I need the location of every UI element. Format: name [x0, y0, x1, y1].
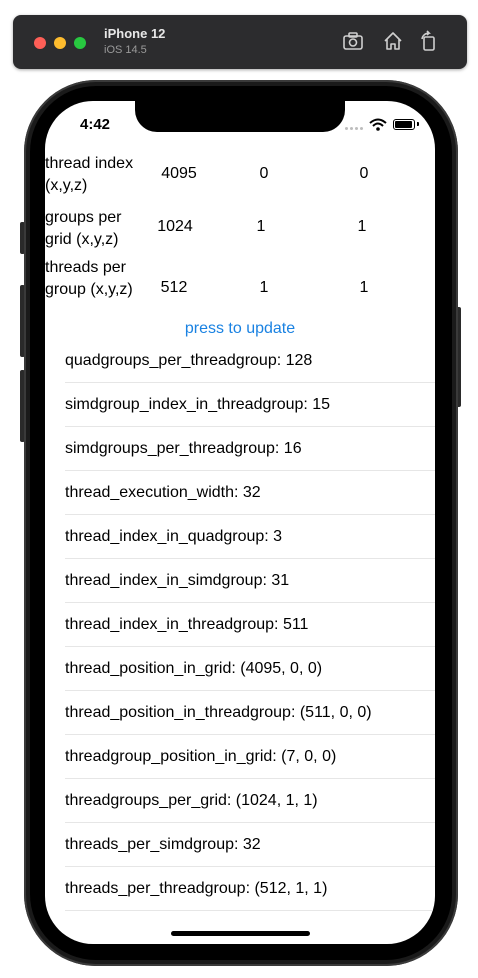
battery-icon [393, 119, 415, 130]
minimize-window-button[interactable] [54, 37, 66, 49]
value-x: 1024 [157, 218, 193, 235]
list-item: threads_per_threadgroup: (512, 1, 1) [65, 867, 435, 911]
home-icon[interactable] [382, 30, 404, 52]
list-item: threadgroup_position_in_grid: (7, 0, 0) [65, 735, 435, 779]
value-x: 512 [160, 279, 188, 296]
list-item-text: threadgroups_per_grid: (1024, 1, 1) [65, 792, 318, 809]
list-item: thread_position_in_grid: (4095, 0, 0) [65, 647, 435, 691]
close-window-button[interactable] [34, 37, 46, 49]
list-item-text: simdgroups_per_threadgroup: 16 [65, 440, 302, 457]
list-item-text: threads_per_simdgroup: 32 [65, 836, 261, 853]
screenshot-icon[interactable] [342, 30, 364, 52]
table-row: threads per group (x,y,z) 512 1 1 [45, 251, 435, 321]
list-item-text: thread_position_in_threadgroup: (511, 0,… [65, 704, 372, 721]
list-item-text: thread_execution_width: 32 [65, 484, 261, 501]
list-item: simdgroup_index_in_threadgroup: 15 [65, 383, 435, 427]
value-y: 1 [256, 218, 266, 235]
zoom-window-button[interactable] [74, 37, 86, 49]
signal-icon [360, 127, 363, 130]
home-indicator[interactable] [171, 931, 310, 936]
list-item-text: threads_per_threadgroup: (512, 1, 1) [65, 880, 328, 897]
press-to-update-button[interactable]: press to update [45, 320, 435, 338]
device-name: iPhone 12 [104, 26, 166, 41]
list-item: thread_index_in_threadgroup: 511 [65, 603, 435, 647]
value-x: 4095 [161, 165, 197, 182]
signal-icon [355, 127, 358, 130]
list-item: simdgroups_per_threadgroup: 16 [65, 427, 435, 471]
value-z: 1 [357, 218, 367, 235]
thread-attributes-list: quadgroups_per_threadgroup: 128 simdgrou… [65, 339, 435, 911]
list-item: thread_index_in_quadgroup: 3 [65, 515, 435, 559]
list-item-text: thread_index_in_quadgroup: 3 [65, 528, 283, 545]
table-row: groups per grid (x,y,z) 1024 1 1 [45, 197, 435, 251]
list-item-text: thread_index_in_threadgroup: 511 [65, 616, 309, 633]
list-item: quadgroups_per_threadgroup: 128 [65, 339, 435, 383]
wifi-icon [369, 118, 387, 131]
list-item: threadgroups_per_grid: (1024, 1, 1) [65, 779, 435, 823]
notch [135, 101, 345, 132]
list-item-text: quadgroups_per_threadgroup: 128 [65, 352, 313, 369]
os-version: iOS 14.5 [104, 44, 147, 56]
thread-grid-table: thread index (x,y,z) 4095 0 0 groups per… [45, 153, 435, 321]
value-z: 1 [359, 279, 369, 296]
row-label: thread index (x,y,z) [45, 155, 134, 194]
list-item-text: simdgroup_index_in_threadgroup: 15 [65, 396, 331, 413]
list-item: thread_position_in_threadgroup: (511, 0,… [65, 691, 435, 735]
list-item: thread_execution_width: 32 [65, 471, 435, 515]
simulator-title-bar: iPhone 12 iOS 14.5 [13, 15, 467, 69]
list-item-text: thread_position_in_grid: (4095, 0, 0) [65, 660, 323, 677]
value-y: 1 [259, 279, 269, 296]
row-label: threads per group (x,y,z) [45, 259, 133, 298]
phone-screen: 4:42 thread index (x,y,z) 4095 0 0 group… [45, 101, 435, 944]
signal-icon [345, 127, 348, 130]
row-label: groups per grid (x,y,z) [45, 209, 122, 248]
value-z: 0 [359, 165, 369, 182]
list-item-text: thread_index_in_simdgroup: 31 [65, 572, 290, 589]
value-y: 0 [259, 165, 269, 182]
rotate-icon[interactable] [418, 30, 440, 52]
list-item-text: threadgroup_position_in_grid: (7, 0, 0) [65, 748, 337, 765]
status-time: 4:42 [80, 116, 111, 133]
signal-icon [350, 127, 353, 130]
table-row: thread index (x,y,z) 4095 0 0 [45, 153, 435, 197]
list-item: threads_per_simdgroup: 32 [65, 823, 435, 867]
list-item: thread_index_in_simdgroup: 31 [65, 559, 435, 603]
